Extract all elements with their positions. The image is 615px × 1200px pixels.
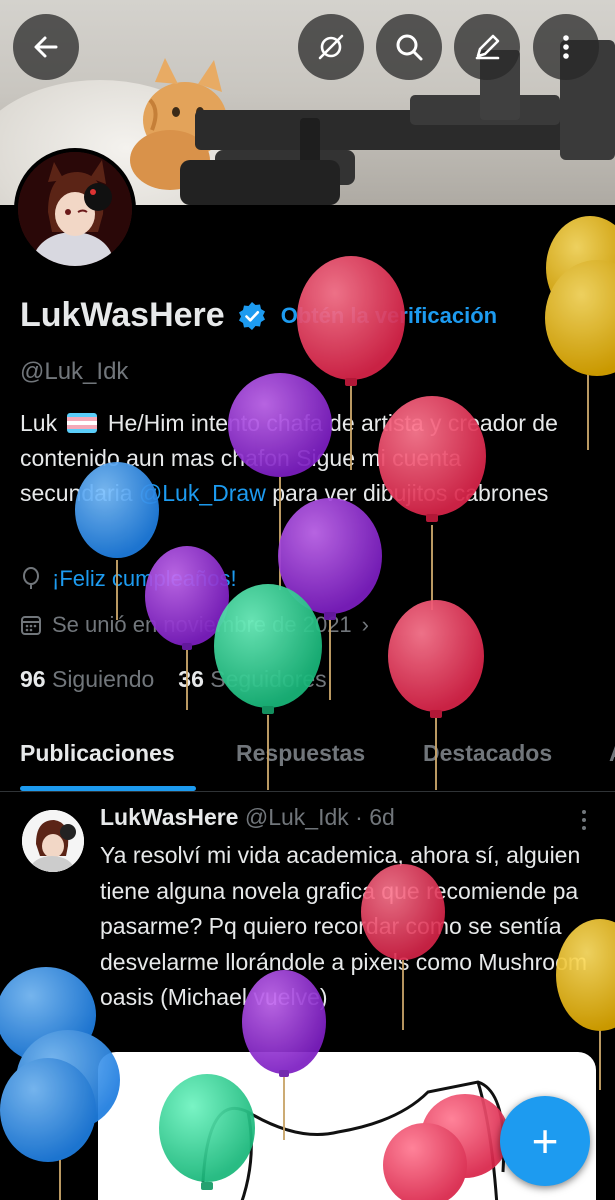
bio-text: para ver dibujitos cabrones — [272, 480, 549, 506]
plus-icon: + — [531, 1115, 559, 1167]
profile-handle: @Luk_Idk — [20, 358, 129, 385]
compose-fab-button[interactable]: + — [500, 1096, 590, 1186]
active-tab-indicator — [20, 786, 196, 791]
birthday-link[interactable]: ¡Feliz cumpleaños! — [52, 566, 237, 592]
tab-destacados[interactable]: Destacados — [423, 740, 552, 767]
arrow-left-icon — [34, 36, 58, 58]
trans-flag-icon — [67, 413, 98, 433]
pencil-icon — [475, 34, 500, 60]
follow-stats: 96 Siguiendo 36 Seguidores — [20, 666, 327, 693]
balloon-icon — [23, 567, 39, 589]
grok-slash-icon — [318, 34, 344, 60]
tab-publicaciones[interactable]: Publicaciones — [20, 740, 175, 767]
post-text: Ya resolví mi vida academica, ahora sí, … — [100, 842, 588, 1010]
post-more-icon[interactable] — [576, 808, 592, 832]
tab-articulos[interactable]: A — [609, 740, 615, 767]
grok-button[interactable] — [298, 14, 364, 80]
joined-row: Se unió en noviembre de 2021 › — [20, 612, 369, 638]
chevron-right-icon[interactable]: › — [362, 612, 369, 638]
edit-button[interactable] — [454, 14, 520, 80]
bio-text: Luk — [20, 410, 58, 436]
avatar-illustration — [18, 152, 132, 266]
followers-link[interactable]: 36 Seguidores — [178, 666, 326, 693]
tab-respuestas[interactable]: Respuestas — [236, 740, 365, 767]
profile-avatar[interactable] — [14, 148, 136, 270]
following-link[interactable]: 96 Siguiendo — [20, 666, 154, 693]
post-handle-time: @Luk_Idk · 6d — [244, 804, 395, 830]
get-verified-link[interactable]: Obtén la verificación — [281, 303, 497, 329]
profile-name-row: LukWasHere Obtén la verificación — [20, 296, 497, 335]
birthday-row: ¡Feliz cumpleaños! — [20, 566, 237, 592]
followers-count: 36 — [178, 666, 204, 692]
post-header: LukWasHere @Luk_Idk · 6d — [100, 804, 395, 831]
calendar-icon — [21, 616, 41, 635]
back-button[interactable] — [13, 14, 79, 80]
post-avatar[interactable] — [22, 810, 84, 872]
post-author-name[interactable]: LukWasHere — [100, 804, 238, 830]
verified-badge-icon[interactable] — [237, 301, 267, 331]
post-avatar-illustration — [22, 810, 84, 872]
more-button[interactable] — [533, 14, 599, 80]
profile-tabs: Publicaciones Respuestas Destacados A — [0, 720, 615, 792]
profile-bio: Luk He/Him intento chafa de artista y cr… — [20, 406, 580, 511]
following-label: Siguiendo — [51, 666, 155, 692]
profile-name: LukWasHere — [20, 296, 225, 334]
more-vertical-icon — [563, 35, 569, 59]
search-button[interactable] — [376, 14, 442, 80]
joined-date: Se unió en noviembre de 2021 — [52, 612, 352, 637]
followers-label: Seguidores — [210, 666, 327, 692]
following-count: 96 — [20, 666, 46, 692]
bio-mention-link[interactable]: @Luk_Draw — [139, 480, 266, 506]
search-icon — [396, 34, 423, 61]
